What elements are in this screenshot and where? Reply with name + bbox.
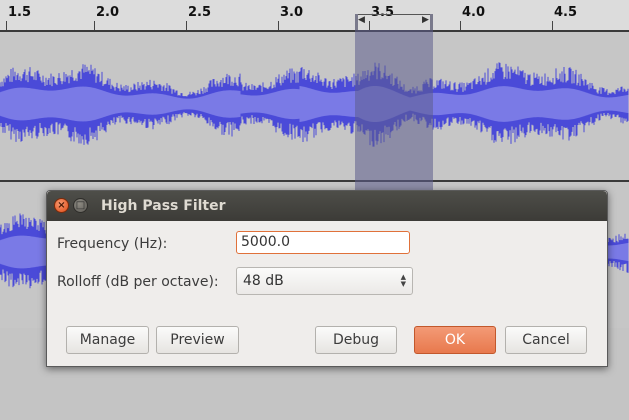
ruler-label-4-5: 4.5: [554, 5, 578, 20]
preview-button[interactable]: Preview: [156, 326, 239, 354]
rolloff-label: Rolloff (dB per octave):: [57, 274, 219, 290]
ruler-label-3-0: 3.0: [280, 5, 304, 20]
ruler-tick: [94, 21, 95, 30]
arrow-right-icon: ▶: [422, 15, 429, 25]
frequency-input[interactable]: 5000.0: [236, 231, 410, 254]
ok-button[interactable]: OK: [414, 326, 496, 354]
ruler-tick: [460, 21, 461, 30]
time-selection-highlight: [355, 30, 433, 190]
ruler-tick: [278, 21, 279, 30]
ruler-label-4-0: 4.0: [462, 5, 486, 20]
timeline-ruler[interactable]: 1.5 2.0 2.5 3.0 3.5 4.0 4.5 ◀ ▶: [0, 0, 629, 31]
ruler-label-1-5: 1.5: [8, 5, 32, 20]
dialog-title: High Pass Filter: [101, 198, 226, 214]
arrow-left-icon: ◀: [358, 15, 365, 25]
frequency-value: 5000.0: [241, 234, 290, 250]
manage-button[interactable]: Manage: [66, 326, 149, 354]
waveform-rms: [0, 85, 629, 123]
debug-button[interactable]: Debug: [315, 326, 397, 354]
rolloff-select[interactable]: 48 dB ▲ ▼: [236, 267, 413, 295]
minimize-window-icon[interactable]: □: [73, 198, 88, 213]
dialog-titlebar[interactable]: × □ High Pass Filter: [47, 191, 607, 221]
ruler-label-2-5: 2.5: [188, 5, 212, 20]
ruler-selection-range: [358, 14, 430, 23]
audio-track-1[interactable]: [0, 30, 629, 182]
close-window-icon[interactable]: ×: [54, 198, 69, 213]
frequency-label: Frequency (Hz):: [57, 236, 168, 252]
ruler-label-2-0: 2.0: [96, 5, 120, 20]
high-pass-filter-dialog: × □ High Pass Filter Frequency (Hz): 500…: [46, 190, 608, 367]
rolloff-value: 48 dB: [243, 273, 284, 289]
ruler-tick: [186, 21, 187, 30]
cancel-button[interactable]: Cancel: [505, 326, 587, 354]
selection-end-handle[interactable]: [430, 14, 433, 30]
ruler-tick: [552, 21, 553, 30]
waveform-track-1: [0, 62, 629, 147]
ruler-tick: [6, 21, 7, 30]
spin-arrows-icon: ▲ ▼: [400, 273, 406, 288]
